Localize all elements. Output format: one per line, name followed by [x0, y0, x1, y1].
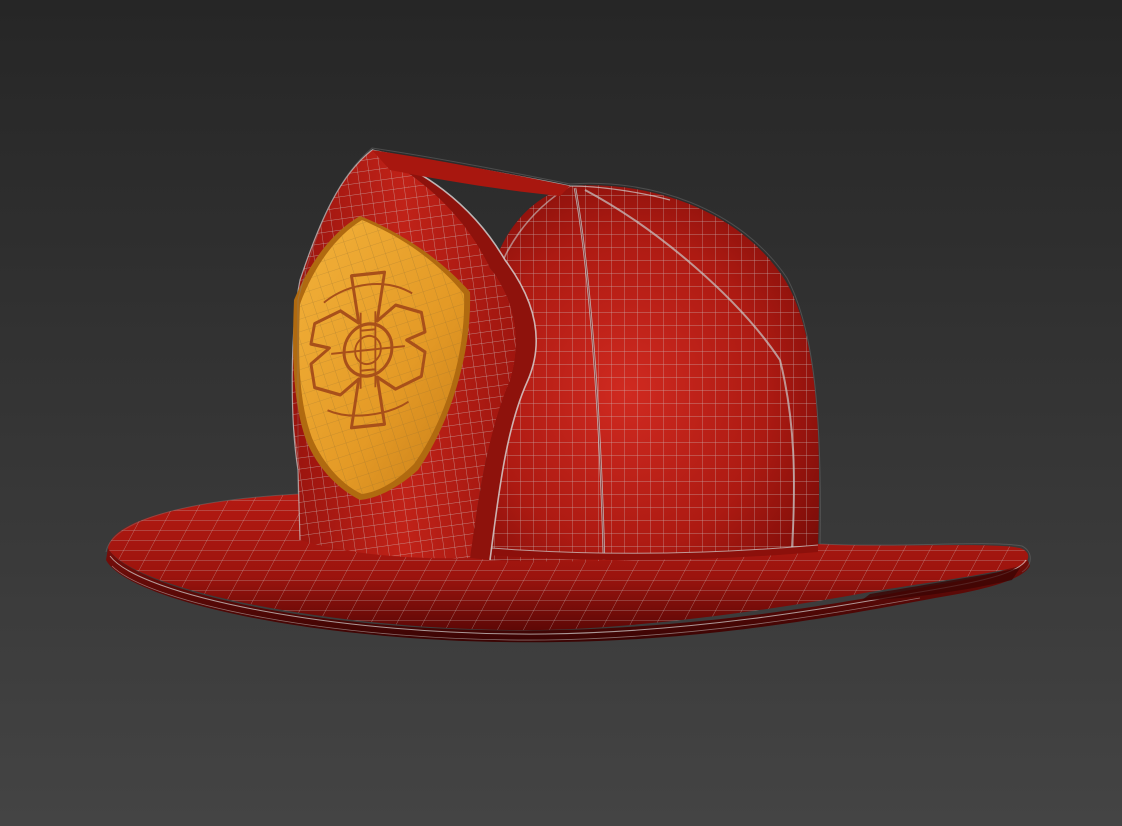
3d-viewport[interactable] [0, 0, 1122, 826]
helmet-render [105, 147, 1031, 643]
